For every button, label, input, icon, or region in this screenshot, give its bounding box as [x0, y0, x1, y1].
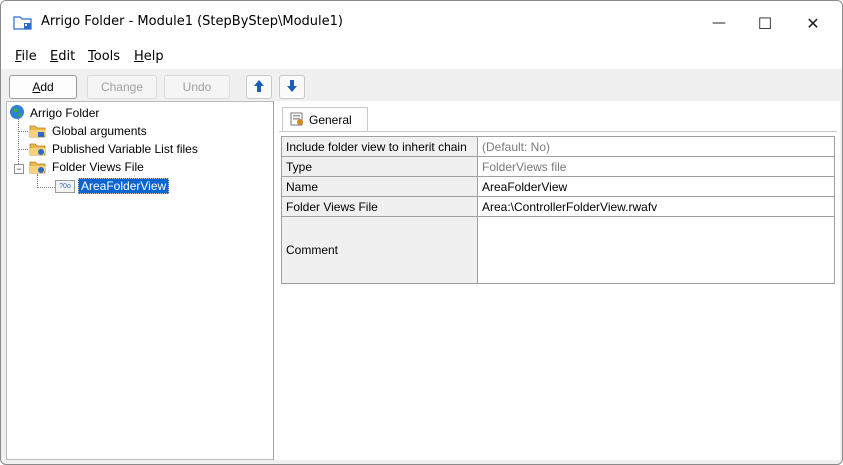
folder-icon [29, 124, 47, 138]
tree-label-folder-views-file: Folder Views File [52, 160, 144, 174]
tree-label-global-arguments: Global arguments [52, 124, 147, 138]
property-key: Folder Views File [281, 196, 478, 217]
tree-node-root[interactable]: Arrigo Folder [9, 104, 101, 123]
property-value[interactable]: AreaFolderView [477, 176, 835, 197]
tree-line [37, 174, 38, 188]
property-key: Comment [281, 216, 478, 284]
properties-table: Include folder view to inherit chain (De… [281, 136, 835, 284]
table-row: Type FolderViews file [281, 156, 835, 177]
tree-label-root: Arrigo Folder [30, 106, 100, 120]
tree-node-areafolderview[interactable]: ?0o AreaFolderView [55, 178, 170, 194]
tree-line [37, 187, 55, 188]
menu-tools[interactable]: Tools [88, 49, 120, 64]
folder-tree[interactable]: Arrigo Folder Global arguments Published… [6, 101, 274, 460]
change-button-label: Change [100, 80, 144, 94]
tree-label-areafolderview: AreaFolderView [78, 178, 170, 194]
title-bar: Arrigo Folder - Module1 (StepByStep\Modu… [1, 1, 842, 45]
tree-node-folder-views-file[interactable]: Folder Views File [29, 159, 146, 175]
add-button[interactable]: Add [9, 75, 77, 99]
tab-general[interactable]: General [282, 107, 368, 132]
property-key: Type [281, 156, 478, 177]
change-button[interactable]: Change [87, 75, 157, 99]
toolbar: Add Change Undo [1, 69, 842, 103]
undo-button-label: Undo [182, 80, 212, 94]
arrow-up-icon [253, 79, 265, 96]
table-row: Folder Views File Area:\ControllerFolder… [281, 196, 835, 217]
tree-line [18, 116, 19, 166]
folder-view-badge-icon: ?0o [55, 179, 75, 193]
menu-help-accel: H [134, 49, 144, 64]
move-up-button[interactable] [246, 75, 272, 99]
menu-bar: File Edit Tools Help [1, 45, 842, 69]
property-key: Name [281, 176, 478, 197]
tree-line [18, 131, 28, 132]
table-row: Name AreaFolderView [281, 176, 835, 197]
tree-node-published-variable-list-files[interactable]: Published Variable List files [29, 141, 200, 157]
arrow-down-icon [286, 79, 298, 96]
settings-document-icon [289, 112, 305, 129]
undo-button[interactable]: Undo [164, 75, 230, 99]
globe-icon [9, 104, 25, 123]
add-button-accel: A [32, 80, 41, 94]
folder-icon [29, 160, 47, 174]
minimize-icon: — [712, 15, 726, 31]
menu-tools-label: ools [93, 49, 121, 64]
collapse-toggle-icon[interactable]: − [14, 164, 24, 174]
minimize-button[interactable]: — [696, 1, 742, 45]
menu-file-label: ile [21, 49, 37, 64]
menu-file[interactable]: File [15, 49, 37, 64]
folder-icon [29, 142, 47, 156]
table-row: Include folder view to inherit chain (De… [281, 136, 835, 157]
menu-edit-label: dit [58, 49, 76, 64]
property-value: FolderViews file [477, 156, 835, 177]
table-row: Comment [281, 216, 835, 284]
maximize-icon: ☐ [757, 13, 773, 33]
tree-label-published-variable-list-files: Published Variable List files [52, 142, 198, 156]
app-window: Arrigo Folder - Module1 (StepByStep\Modu… [0, 0, 843, 465]
close-icon: ✕ [806, 13, 820, 33]
property-value[interactable]: (Default: No) [477, 136, 835, 157]
add-button-label: dd [40, 80, 54, 94]
maximize-button[interactable]: ☐ [742, 1, 788, 45]
tab-general-label: General [309, 113, 352, 127]
menu-help-label: elp [143, 49, 164, 64]
property-key: Include folder view to inherit chain [281, 136, 478, 157]
app-folder-icon [13, 14, 33, 30]
properties-panel: General Include folder view to inherit c… [274, 101, 840, 460]
menu-help[interactable]: Help [134, 49, 164, 64]
close-button[interactable]: ✕ [790, 1, 836, 45]
move-down-button[interactable] [279, 75, 305, 99]
property-value[interactable]: Area:\ControllerFolderView.rwafv [477, 196, 835, 217]
menu-edit[interactable]: Edit [50, 49, 75, 64]
window-title: Arrigo Folder - Module1 (StepByStep\Modu… [41, 14, 343, 29]
comment-field[interactable] [477, 216, 835, 284]
tree-line [18, 149, 28, 150]
menu-edit-accel: E [50, 49, 59, 64]
tree-node-global-arguments[interactable]: Global arguments [29, 123, 149, 139]
tab-divider [279, 131, 837, 132]
